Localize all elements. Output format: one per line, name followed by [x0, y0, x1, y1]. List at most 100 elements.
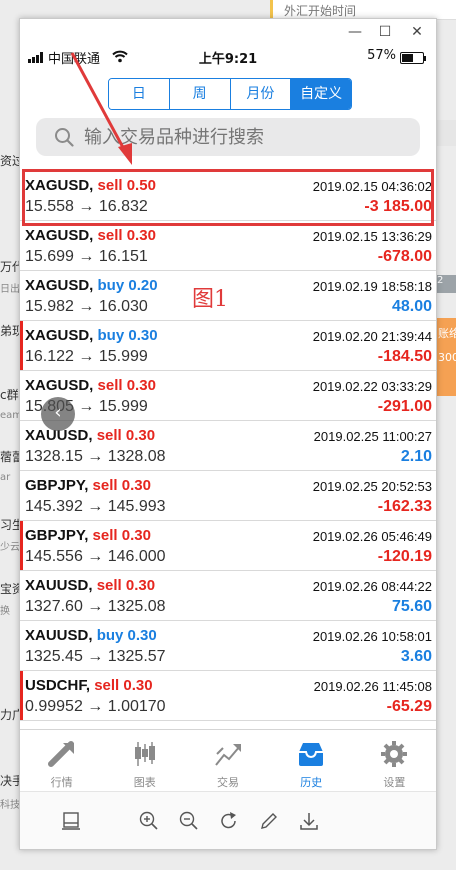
trade-profit: -120.19 — [377, 548, 432, 565]
trade-symbol-line: GBPJPY, sell 0.30 — [25, 527, 151, 544]
nav-label: 历史 — [300, 776, 323, 789]
close-button[interactable]: ✕ — [408, 23, 426, 41]
trade-volume: 0.30 — [123, 677, 153, 694]
trade-side: sell — [97, 377, 123, 394]
trade-side: sell — [94, 677, 120, 694]
trade-symbol-line: XAGUSD, buy 0.30 — [25, 327, 158, 344]
trade-side: sell — [96, 577, 122, 594]
trade-profit: -184.50 — [377, 348, 432, 365]
trade-symbol: GBPJPY, — [25, 527, 89, 544]
rotate-icon[interactable] — [218, 810, 240, 832]
trade-symbol-line: XAGUSD, buy 0.20 — [25, 277, 158, 294]
trade-profit: -678.00 — [377, 248, 432, 265]
trade-time: 2019.02.19 18:58:18 — [312, 279, 432, 294]
nav-settings[interactable]: 设置 — [353, 730, 436, 791]
trade-time: 2019.02.25 11:00:27 — [313, 429, 432, 444]
trade-row[interactable]: GBPJPY, sell 0.30 2019.02.25 20:52:53 145.… — [20, 471, 436, 521]
trade-symbol: XAGUSD, — [25, 227, 94, 244]
tab-custom[interactable]: 自定义 — [291, 79, 351, 109]
trade-symbol-line: XAGUSD, sell 0.30 — [25, 377, 156, 394]
nav-history[interactable]: 历史 — [270, 730, 353, 791]
trade-symbol-line: XAGUSD, sell 0.30 — [25, 227, 156, 244]
nav-label: 交易 — [217, 776, 239, 789]
trade-profit: 75.60 — [391, 598, 432, 615]
background-window-top: 外汇开始时间 — [270, 0, 456, 20]
trade-row[interactable]: XAGUSD, buy 0.30 2019.02.20 21:39:44 16.12… — [20, 321, 436, 371]
trade-time: 2019.02.26 10:58:01 — [312, 629, 432, 644]
trade-row[interactable]: GBPJPY, sell 0.30 2019.02.26 05:46:49 145.… — [20, 521, 436, 571]
trade-row[interactable]: XAUUSD, buy 0.30 2019.02.26 10:58:01 1325.… — [20, 621, 436, 671]
background-snippet: 少云 — [0, 542, 20, 553]
zoom-in-icon[interactable] — [138, 810, 160, 832]
background-snippet: 科技 — [0, 800, 20, 811]
chart-icon — [134, 742, 155, 766]
trade-side: sell — [92, 477, 118, 494]
back-handle-icon[interactable]: ‹ — [41, 397, 75, 431]
download-icon[interactable] — [298, 810, 320, 832]
trade-profit: -291.00 — [377, 398, 432, 415]
trade-symbol: XAUUSD, — [25, 627, 93, 644]
background-snippet: c群 — [0, 388, 19, 402]
trade-symbol: XAUUSD, — [25, 577, 93, 594]
trade-time: 2019.02.26 11:45:08 — [313, 679, 432, 694]
tab-month[interactable]: 月份 — [230, 79, 292, 109]
row-marker — [20, 521, 23, 570]
trade-side: sell — [97, 227, 123, 244]
trade-prices: 145.556 → 146.000 — [25, 548, 166, 565]
trade-profit: 3.60 — [400, 648, 432, 665]
figure-annotation: 图1 — [192, 287, 228, 312]
trade-prices: 16.122 → 15.999 — [25, 348, 148, 365]
trade-volume: 0.30 — [127, 627, 157, 644]
settings-icon — [381, 741, 408, 767]
row-marker — [20, 321, 23, 370]
background-orange-text: 账络 300 — [438, 327, 456, 364]
trade-volume: 0.20 — [128, 277, 158, 294]
trade-symbol: XAGUSD, — [25, 377, 94, 394]
minimize-button[interactable]: — — [346, 23, 364, 41]
trade-prices: 1328.15 → 1328.08 — [25, 448, 166, 465]
trade-symbol-line: XAUUSD, sell 0.30 — [25, 427, 155, 444]
background-panel — [437, 120, 456, 146]
trade-symbol: GBPJPY, — [25, 477, 89, 494]
trade-volume: 0.30 — [125, 577, 156, 594]
trade-row[interactable]: XAGUSD, sell 0.30 2019.02.15 13:36:29 15.6… — [20, 221, 436, 271]
background-badge: 2 — [437, 275, 456, 293]
nav-quotes[interactable]: 行情 — [20, 730, 103, 791]
bottom-navigation: 行情 图表 交易 历史 设置 — [20, 729, 436, 791]
trade-row[interactable]: XAUUSD, sell 0.30 2019.02.26 08:44:22 1327… — [20, 571, 436, 621]
nav-trade[interactable]: 交易 — [186, 730, 269, 791]
tab-week[interactable]: 周 — [169, 79, 231, 109]
trade-profit: -162.33 — [377, 498, 432, 515]
trade-profit: -65.29 — [386, 698, 432, 715]
background-badge-text: 2 — [437, 275, 444, 286]
nav-label: 行情 — [50, 776, 73, 789]
edit-icon[interactable] — [258, 810, 280, 832]
trade-time: 2019.02.22 03:33:29 — [312, 379, 432, 394]
trade-prices: 15.699 → 16.151 — [25, 248, 148, 265]
trade-row[interactable]: XAUUSD, sell 0.30 2019.02.25 11:00:27 1328… — [20, 421, 436, 471]
trade-side: sell — [96, 427, 122, 444]
trade-prices: 1327.60 → 1325.08 — [25, 598, 166, 615]
trade-side: buy — [97, 277, 125, 294]
trade-volume: 0.30 — [126, 377, 156, 394]
trade-volume: 0.30 — [125, 427, 156, 444]
trade-row[interactable]: XAGUSD, sell 0.30 2019.02.22 03:33:29 15.8… — [20, 371, 436, 421]
trade-time: 2019.02.26 08:44:22 — [312, 579, 432, 594]
nav-chart[interactable]: 图表 — [103, 730, 186, 791]
battery-icon — [400, 52, 426, 64]
maximize-button[interactable]: ☐ — [376, 23, 394, 41]
background-snippet: 日出 — [0, 284, 20, 295]
trade-prices: 0.99952 → 1.00170 — [25, 698, 166, 715]
trade-side: sell — [92, 527, 118, 544]
trade-volume: 0.30 — [126, 227, 156, 244]
window-titlebar: — ☐ ✕ — [20, 19, 436, 47]
trade-volume: 0.30 — [121, 527, 151, 544]
zoom-out-icon[interactable] — [178, 810, 200, 832]
trade-row[interactable]: USDCHF, sell 0.30 2019.02.26 11:45:08 0.99… — [20, 671, 436, 721]
phone-simulator-window: — ☐ ✕ 中国联通 上午9:21 57% 日周月份自定义 XAGUSD, se… — [19, 18, 437, 850]
trade-row[interactable]: XAGUSD, buy 0.20 2019.02.19 18:58:18 15.98… — [20, 271, 436, 321]
trade-symbol: USDCHF, — [25, 677, 91, 694]
trade-icon — [215, 744, 241, 766]
row-marker — [20, 671, 23, 720]
tablet-mode-icon[interactable] — [60, 810, 82, 832]
